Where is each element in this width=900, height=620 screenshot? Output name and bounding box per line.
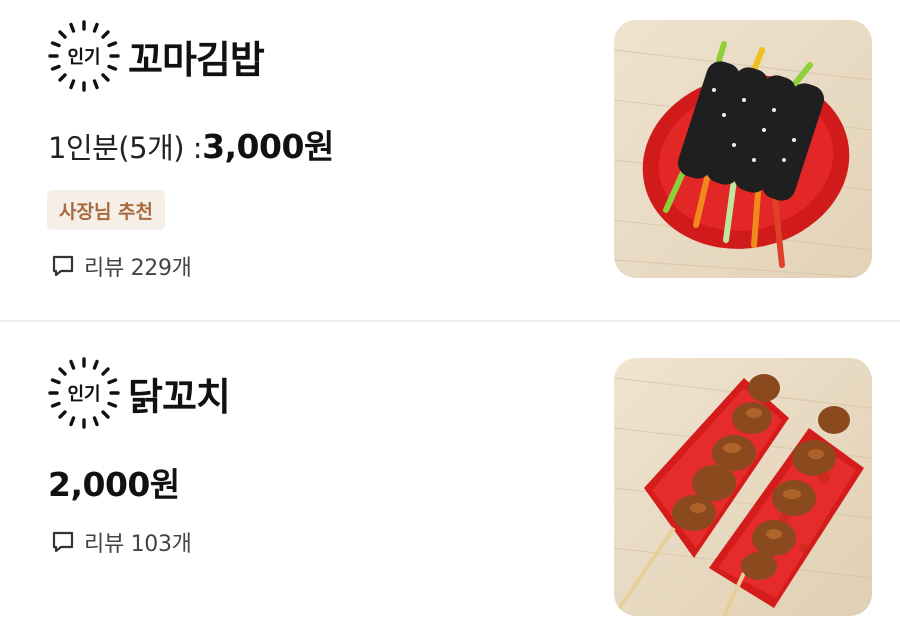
title-row: 인기 꼬마김밥 [46,18,265,94]
menu-item-name: 꼬마김밥 [128,37,265,82]
price-row: 1인분(5개) : 3,000원 [48,120,334,168]
review-count-label: 리뷰 103개 [84,532,192,557]
chicken-skewer-photo[interactable] [614,358,872,616]
speech-bubble-icon [52,531,74,553]
review-count-label: 리뷰 229개 [84,256,192,281]
popular-badge: 인기 [46,18,122,94]
portion-label: 1인분(5개) : [48,131,203,165]
menu-item-dakkochi[interactable]: 인기 닭꼬치 2,000원 리뷰 103개 [0,322,900,620]
title-row: 인기 닭꼬치 [46,355,231,431]
price: 3,000원 [202,127,334,166]
popular-badge-label: 인기 [67,47,101,68]
popular-badge-label: 인기 [67,384,101,405]
review-count: 리뷰 229개 [50,250,192,282]
review-count: 리뷰 103개 [50,526,192,558]
speech-bubble-icon [52,255,74,277]
price: 2,000원 [48,465,180,504]
menu-item-kkoma-gimbap[interactable]: 인기 꼬마김밥 1인분(5개) : 3,000원 사장님 추천 리뷰 229개 [0,0,900,320]
gimbap-photo[interactable] [614,20,872,278]
menu-item-name: 닭꼬치 [128,374,231,419]
popular-badge: 인기 [46,355,122,431]
price-row: 2,000원 [48,458,180,506]
owner-recommend-badge: 사장님 추천 [47,190,166,230]
